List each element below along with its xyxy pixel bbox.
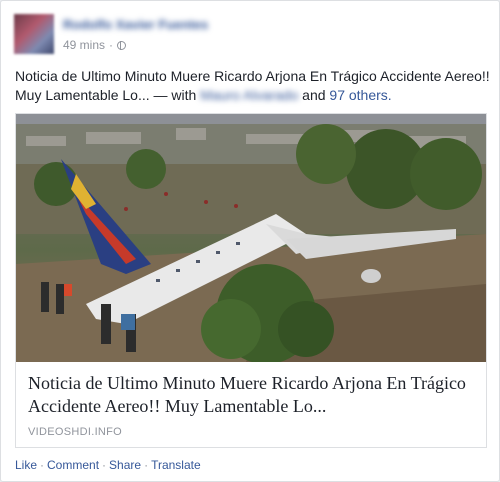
like-link[interactable]: Like bbox=[15, 458, 37, 472]
translate-link[interactable]: Translate bbox=[151, 458, 201, 472]
post-meta: 49 mins · bbox=[63, 38, 127, 52]
share-title[interactable]: Noticia de Ultimo Minuto Muere Ricardo A… bbox=[28, 372, 474, 418]
post-text: Noticia de Ultimo Minuto Muere Ricardo A… bbox=[15, 67, 490, 105]
meta-separator: · bbox=[109, 38, 114, 52]
others-link[interactable]: 97 others. bbox=[329, 87, 391, 103]
action-separator: · bbox=[144, 458, 149, 472]
action-separator: · bbox=[40, 458, 45, 472]
share-link[interactable]: Share bbox=[109, 458, 141, 472]
share-domain: VIDEOSHDI.INFO bbox=[28, 426, 123, 438]
action-bar: Like · Comment · Share · Translate bbox=[15, 458, 201, 472]
avatar[interactable] bbox=[14, 14, 54, 54]
plane-crash-photo bbox=[16, 114, 486, 362]
comment-link[interactable]: Comment bbox=[47, 458, 99, 472]
timestamp[interactable]: 49 mins bbox=[63, 38, 105, 52]
link-share-preview[interactable]: Noticia de Ultimo Minuto Muere Ricardo A… bbox=[15, 113, 487, 448]
and-text: and bbox=[302, 87, 326, 103]
globe-icon[interactable] bbox=[117, 40, 127, 50]
share-image[interactable] bbox=[16, 114, 486, 362]
author-name[interactable]: Rodolfo Xavier Fuentes bbox=[63, 17, 208, 33]
tagged-person-link[interactable]: Mauro Alvarado bbox=[200, 87, 298, 103]
post-card: Rodolfo Xavier Fuentes 49 mins · Noticia… bbox=[0, 0, 500, 482]
action-separator: · bbox=[102, 458, 107, 472]
